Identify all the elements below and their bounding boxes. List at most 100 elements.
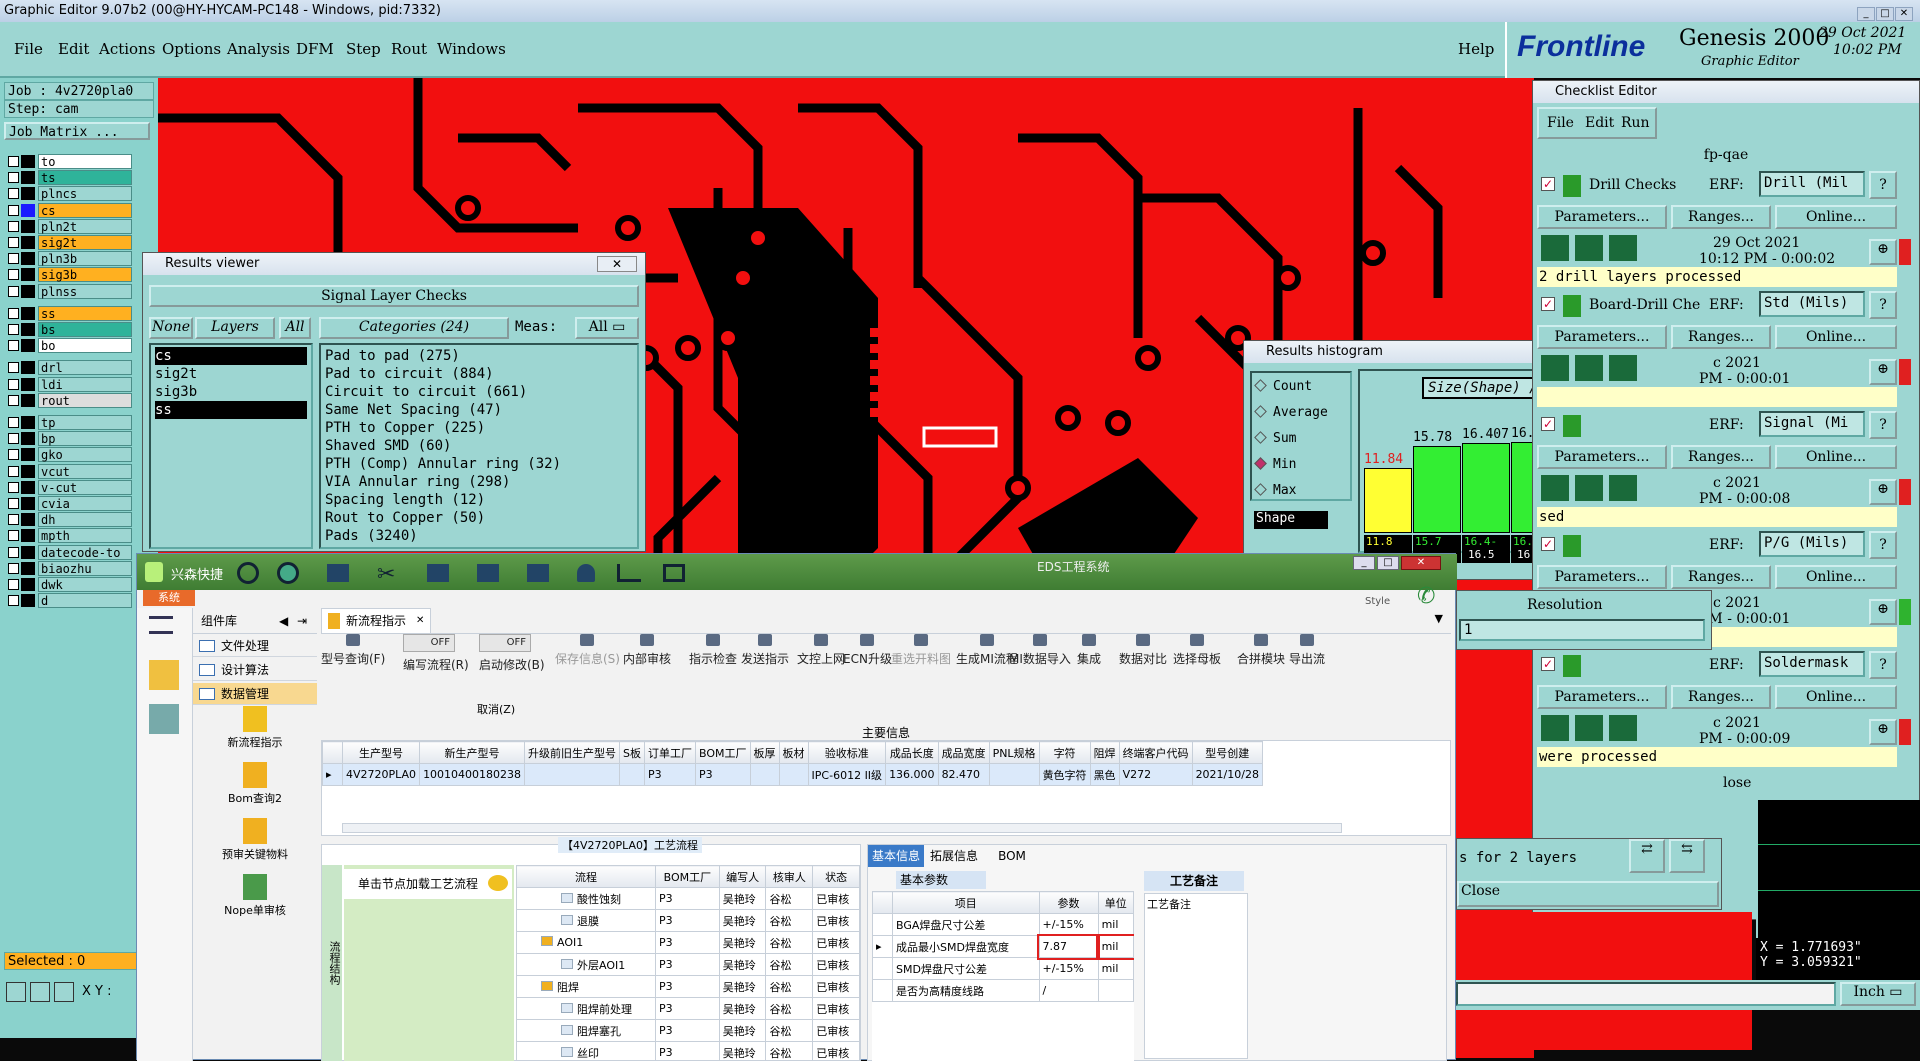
layer-name[interactable]: dh [38,512,132,527]
layer-checkbox[interactable] [8,395,19,406]
layer-checkbox[interactable] [8,172,19,183]
layer-checkbox[interactable] [8,530,19,541]
ranges-button[interactable]: Ranges... [1671,445,1771,469]
grid-header-cell[interactable]: PNL规格 [989,742,1039,764]
param-row[interactable]: SMD焊盘尺寸公差+/-15%mil [873,958,1134,980]
table-row[interactable]: ▸4V2720PLA010010400180238P3P3IPC-6012 II… [323,764,1263,786]
category-item[interactable]: Shaved SMD (60) [325,437,633,455]
checklist-menu-file[interactable]: File [1547,115,1574,131]
toolbar-button[interactable]: 保存信息(S) [555,634,620,667]
parameters-button[interactable]: Parameters... [1537,205,1667,229]
tab-close-icon[interactable]: ✕ [416,609,424,633]
menu-step[interactable]: Step [346,40,381,58]
category-item[interactable]: Pad to pad (275) [325,347,633,365]
list-icon[interactable] [527,564,549,582]
parameters-button[interactable]: Parameters... [1537,445,1667,469]
toolbar-button[interactable]: 内部审核 [623,634,671,667]
layer-list-box[interactable]: cssig2tsig3bss [149,343,313,549]
toolbar-button[interactable]: 数据对比 [1119,634,1167,667]
histogram-bar[interactable] [1462,443,1510,533]
param-header-cell[interactable]: 单位 [1098,892,1133,914]
histogram-option[interactable]: Average [1256,405,1328,420]
side-item[interactable]: 预审关键物料 [193,816,317,868]
layer-checkbox[interactable] [8,340,19,351]
category-item[interactable]: Same Net Spacing (47) [325,401,633,419]
category-item[interactable]: Circuit to circuit (661) [325,383,633,401]
toolbar-button[interactable]: 发送指示 [741,634,789,667]
grid-cell[interactable]: 4V2720PLA0 [343,764,420,786]
info-tab[interactable]: BOM [984,845,1040,867]
search-icon[interactable] [237,562,259,584]
zoom-result-button[interactable]: ⊕ [1869,359,1897,385]
layer-name[interactable]: mpth [38,528,132,543]
help-button[interactable]: ? [1869,651,1897,679]
action-run-icon[interactable] [1575,355,1603,381]
category-item[interactable]: Spacing length (12) [325,491,633,509]
side-group-item[interactable]: 设计算法 [193,659,317,681]
layer-name[interactable]: v-cut [38,480,132,495]
layer-checkbox[interactable] [8,417,19,428]
shape-field[interactable]: Shape [1254,511,1328,529]
toolbar-button[interactable]: MI数据导入 [1009,634,1071,667]
footer-icon-button-2[interactable]: ⇆ [1669,839,1705,873]
eds-close-button[interactable]: ✕ [1401,556,1441,570]
menu-file[interactable]: File [14,40,43,58]
layer-row[interactable]: dh [8,512,124,527]
process-row[interactable]: 阻焊塞孔P3吴艳玲谷松已审核 [517,1020,860,1042]
layer-row[interactable]: cvia [8,496,124,511]
side-item[interactable]: Nope单审核 [193,872,317,924]
layer-name[interactable]: bp [38,431,132,446]
check-mark-icon[interactable]: ✓ [1541,417,1555,431]
layer-list-item[interactable]: sig2t [155,365,307,383]
toolbar-cancel[interactable]: 取消(Z) [477,701,515,717]
checklist-erf-field[interactable]: Drill (Mil [1759,171,1865,197]
grid-cell[interactable]: 2021/10/28 [1192,764,1262,786]
info-tab[interactable]: 拓展信息 [926,845,982,867]
side-group-item[interactable]: 数据管理 [193,683,317,705]
param-header-cell[interactable]: 项目 [893,892,1040,914]
category-item[interactable]: Rout to Copper (50) [325,509,633,527]
action-run-icon[interactable] [1609,355,1637,381]
layer-row[interactable]: pln3b [8,251,124,266]
layer-name[interactable]: pln2t [38,219,132,234]
toolbar-button[interactable]: OFF启动修改(B) [479,634,545,673]
toolbar-button[interactable]: 指示检查 [689,634,737,667]
grid-cell[interactable]: 82.470 [938,764,989,786]
grid-cell[interactable]: 10010400180238 [420,764,525,786]
toolbar-button[interactable]: 型号查询(F) [321,634,385,667]
layer-checkbox[interactable] [8,433,19,444]
menu-rout[interactable]: Rout [391,40,427,58]
grid-header-cell[interactable]: 型号创建 [1192,742,1262,764]
layer-row[interactable]: gko [8,447,124,462]
toggle-switch[interactable]: OFF [479,634,531,652]
layer-checkbox[interactable] [8,379,19,390]
check-mark-icon[interactable]: ✓ [1541,177,1555,191]
layer-checkbox[interactable] [8,253,19,264]
layer-name[interactable]: ldi [38,377,132,392]
process-header-cell[interactable]: 流程 [517,866,656,888]
layer-row[interactable]: pln2t [8,219,124,234]
layer-name[interactable]: to [38,154,132,169]
layer-checkbox[interactable] [8,449,19,460]
grid-header-cell[interactable]: 订单工厂 [645,742,696,764]
grid-header-cell[interactable]: 字符 [1039,742,1090,764]
online-button[interactable]: Online... [1775,685,1897,709]
side-item[interactable]: 新流程指示 [193,704,317,756]
layer-row[interactable]: v-cut [8,480,124,495]
zoom-result-button[interactable]: ⊕ [1869,719,1897,745]
category-item[interactable]: Pad to circuit (884) [325,365,633,383]
yx-module-icon[interactable] [149,660,179,690]
layer-checkbox[interactable] [8,324,19,335]
layer-row[interactable]: bs [8,322,124,337]
category-list-box[interactable]: Pad to pad (275)Pad to circuit (884)Circ… [319,343,639,549]
layer-name[interactable]: sig2t [38,235,132,250]
job-matrix-button[interactable]: Job Matrix ... [4,122,150,140]
param-row[interactable]: BGA焊盘尺寸公差+/-15%mil [873,914,1134,936]
none-button[interactable]: None [149,317,193,339]
parameters-button[interactable]: Parameters... [1537,325,1667,349]
help-button[interactable]: ? [1869,531,1897,559]
layer-row[interactable]: to [8,154,124,169]
layer-checkbox[interactable] [8,498,19,509]
measure-tool-icon[interactable] [30,982,50,1002]
layer-row[interactable]: plncs [8,186,124,201]
